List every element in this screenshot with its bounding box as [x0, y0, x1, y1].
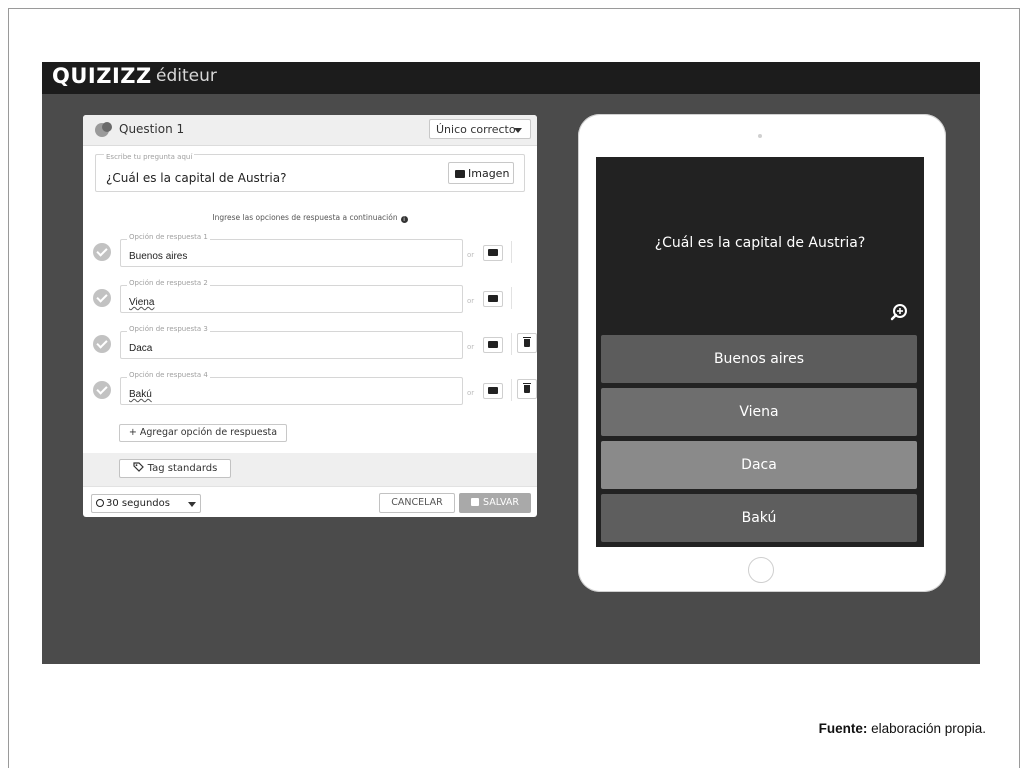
question-input[interactable]: Escribe tu pregunta aquí ¿Cuál es la cap…	[95, 153, 525, 192]
divider	[511, 241, 512, 263]
question-editor: Question 1 Único correcto Escribe tu pre…	[83, 115, 537, 517]
option-image-button[interactable]	[483, 337, 503, 353]
option-image-button[interactable]	[483, 383, 503, 399]
question-title: Question 1	[119, 122, 185, 136]
answer-option-row: Opción de respuesta 3 Daca or	[83, 325, 537, 365]
editor-header: Question 1 Único correcto	[83, 115, 537, 146]
source-caption: Fuente: elaboración propia.	[819, 721, 986, 736]
answer-option-label: Opción de respuesta 3	[127, 325, 210, 333]
answer-option-value[interactable]: Viena	[129, 297, 154, 308]
mark-correct-check-icon[interactable]	[93, 289, 111, 307]
image-icon	[488, 249, 498, 256]
save-disk-icon	[471, 498, 480, 506]
source-label: Fuente:	[818, 721, 868, 736]
mark-correct-check-icon[interactable]	[93, 243, 111, 261]
tag-standards-button[interactable]: Tag standards	[119, 459, 231, 478]
preview-answer[interactable]: Bakú	[601, 494, 917, 542]
tag-section: Tag standards	[83, 453, 537, 486]
question-type-value: Único correcto	[436, 123, 516, 136]
image-icon	[488, 341, 498, 348]
time-limit-value: 30 segundos	[106, 498, 170, 509]
or-text: or	[467, 297, 475, 305]
info-icon[interactable]: i	[400, 216, 408, 223]
options-hint-text: Ingrese las opciones de respuesta a cont…	[212, 213, 398, 222]
preview-answer[interactable]: Daca	[601, 441, 917, 489]
answer-option-row: Opción de respuesta 4 Bakú or	[83, 371, 537, 411]
cancel-button[interactable]: CANCELAR	[379, 493, 455, 513]
chevron-down-icon	[188, 502, 196, 507]
preview-screen: ¿Cuál es la capital de Austria? Buenos a…	[596, 157, 924, 547]
delete-option-button[interactable]	[517, 379, 537, 399]
tablet-preview: ¿Cuál es la capital de Austria? Buenos a…	[578, 114, 946, 592]
chat-bubble-icon	[95, 122, 112, 137]
image-icon	[488, 295, 498, 302]
chevron-down-icon	[514, 128, 522, 133]
zoom-in-icon[interactable]	[890, 303, 908, 321]
tablet-home-button	[748, 557, 774, 583]
question-type-select[interactable]: Único correcto	[429, 119, 531, 139]
quizizz-logo: QUIZIZZ	[52, 64, 152, 88]
top-bar: QUIZIZZ éditeur	[42, 62, 980, 94]
trash-icon	[524, 385, 530, 393]
options-hint: Ingrese las opciones de respuesta a cont…	[83, 213, 537, 223]
answer-option-input[interactable]: Opción de respuesta 3 Daca	[120, 325, 463, 359]
source-text: elaboración propia.	[867, 721, 986, 736]
trash-icon	[524, 339, 530, 347]
answer-option-row: Opción de respuesta 1 Buenos aires or	[83, 233, 537, 273]
answer-option-input[interactable]: Opción de respuesta 2 Viena	[120, 279, 463, 313]
time-limit-select[interactable]: 30 segundos	[91, 494, 201, 513]
divider	[511, 287, 512, 309]
answer-option-value[interactable]: Buenos aires	[129, 251, 187, 262]
answer-option-value[interactable]: Bakú	[129, 389, 152, 400]
add-option-button[interactable]: + Agregar opción de respuesta	[119, 424, 287, 442]
add-image-label: Imagen	[468, 167, 510, 180]
option-image-button[interactable]	[483, 245, 503, 261]
editor-footer: 30 segundos CANCELAR SALVAR	[83, 486, 537, 517]
answer-option-row: Opción de respuesta 2 Viena or	[83, 279, 537, 319]
preview-answer[interactable]: Buenos aires	[601, 335, 917, 383]
tablet-camera	[758, 134, 762, 138]
trash-lid	[523, 383, 531, 384]
or-text: or	[467, 389, 475, 397]
save-label: SALVAR	[483, 497, 519, 508]
image-icon	[488, 387, 498, 394]
app-window: QUIZIZZ éditeur Question 1 Único correct…	[42, 62, 980, 664]
divider	[511, 379, 512, 401]
divider	[511, 333, 512, 355]
preview-answer[interactable]: Viena	[601, 388, 917, 436]
mark-correct-check-icon[interactable]	[93, 381, 111, 399]
or-text: or	[467, 343, 475, 351]
answer-option-label: Opción de respuesta 2	[127, 279, 210, 287]
answer-option-label: Opción de respuesta 1	[127, 233, 210, 241]
or-text: or	[467, 251, 475, 259]
option-image-button[interactable]	[483, 291, 503, 307]
answer-option-label: Opción de respuesta 4	[127, 371, 210, 379]
image-icon	[455, 170, 465, 178]
answer-option-input[interactable]: Opción de respuesta 4 Bakú	[120, 371, 463, 405]
trash-lid	[523, 337, 531, 338]
save-button[interactable]: SALVAR	[459, 493, 531, 513]
editor-subtitle: éditeur	[156, 66, 217, 86]
delete-option-button[interactable]	[517, 333, 537, 353]
question-placeholder: Escribe tu pregunta aquí	[104, 153, 195, 161]
add-image-button[interactable]: Imagen	[448, 162, 514, 184]
mark-correct-check-icon[interactable]	[93, 335, 111, 353]
tag-icon	[133, 462, 144, 472]
answer-option-input[interactable]: Opción de respuesta 1 Buenos aires	[120, 233, 463, 267]
answer-option-value[interactable]: Daca	[129, 343, 152, 354]
clock-icon	[96, 499, 104, 507]
preview-question: ¿Cuál es la capital de Austria?	[654, 235, 866, 251]
tag-standards-label: Tag standards	[147, 463, 218, 474]
question-text[interactable]: ¿Cuál es la capital de Austria?	[106, 171, 287, 185]
